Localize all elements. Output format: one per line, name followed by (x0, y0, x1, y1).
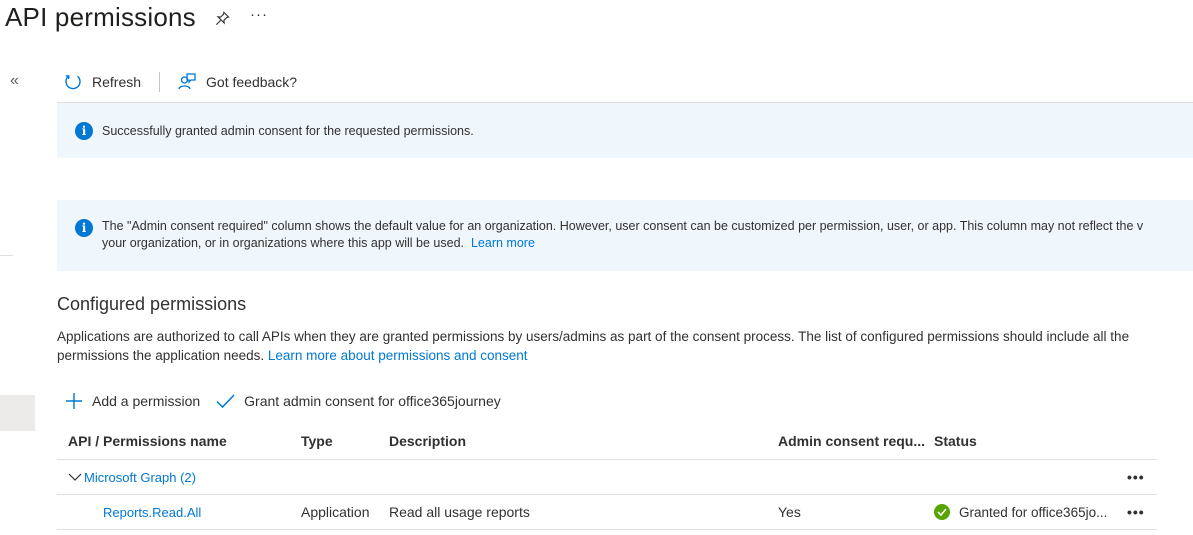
info-message-line2: your organization, or in organizations w… (102, 235, 1143, 252)
feedback-label: Got feedback? (206, 74, 298, 90)
refresh-button[interactable]: Refresh (63, 72, 141, 92)
info-message-line2-text: your organization, or in organizations w… (102, 236, 465, 250)
microsoft-graph-link[interactable]: Microsoft Graph (2) (84, 470, 196, 485)
table-row: Reports.Read.All Application Read all us… (57, 495, 1157, 530)
group-row-microsoft-graph: Microsoft Graph (2) ••• (57, 460, 1157, 495)
permissions-table: API / Permissions name Type Description … (57, 423, 1157, 530)
admin-consent-required: Yes (778, 504, 801, 520)
page-title: API permissions (5, 2, 196, 32)
more-options-icon[interactable]: ··· (250, 6, 268, 23)
permissions-consent-link[interactable]: Learn more about permissions and consent (268, 348, 528, 363)
status-text: Granted for office365jo... (959, 504, 1108, 520)
info-icon: i (75, 121, 93, 140)
configured-permissions-description: Applications are authorized to call APIs… (57, 327, 1157, 365)
info-message: The "Admin consent required" column show… (102, 218, 1143, 252)
column-header-description[interactable]: Description (389, 423, 466, 459)
collapse-menu-icon[interactable]: « (10, 72, 19, 90)
chevron-down-icon (68, 473, 82, 481)
nav-divider (0, 255, 13, 256)
plus-icon (66, 393, 82, 409)
column-header-name[interactable]: API / Permissions name (68, 423, 227, 459)
permission-description: Read all usage reports (389, 504, 530, 520)
success-message: Successfully granted admin consent for t… (102, 123, 474, 138)
toolbar: Refresh Got feedback? (63, 70, 297, 94)
pin-icon[interactable] (213, 9, 231, 27)
checkmark-icon (216, 394, 235, 409)
learn-more-link[interactable]: Learn more (471, 236, 535, 250)
permission-status: Granted for office365jo... (934, 495, 1124, 529)
row-more-actions-button[interactable]: ••• (1127, 495, 1145, 529)
column-header-admin-consent[interactable]: Admin consent requ... (778, 423, 928, 459)
success-banner: i Successfully granted admin consent for… (57, 103, 1193, 158)
feedback-button[interactable]: Got feedback? (177, 72, 297, 92)
info-banner: i The "Admin consent required" column sh… (57, 200, 1193, 271)
add-permission-button[interactable]: Add a permission (65, 392, 200, 410)
column-header-type[interactable]: Type (301, 423, 333, 459)
permission-name-cell: Reports.Read.All (103, 495, 201, 529)
configured-permissions-title: Configured permissions (57, 294, 247, 314)
grant-admin-consent-label: Grant admin consent for office365journey (244, 393, 501, 409)
info-icon: i (75, 219, 93, 237)
nav-selected-item[interactable] (0, 395, 35, 431)
feedback-icon (178, 73, 196, 90)
grant-admin-consent-button[interactable]: Grant admin consent for office365journey (216, 393, 501, 409)
table-header-row: API / Permissions name Type Description … (57, 423, 1157, 460)
description-text: Applications are authorized to call APIs… (57, 329, 1130, 363)
group-toggle-microsoft-graph[interactable]: Microsoft Graph (2) (68, 470, 196, 485)
group-more-actions-button[interactable]: ••• (1127, 460, 1145, 494)
column-header-status[interactable]: Status (934, 423, 1124, 459)
granted-check-icon (934, 504, 950, 520)
permissions-command-bar: Add a permission Grant admin consent for… (65, 391, 501, 411)
add-permission-label: Add a permission (92, 393, 201, 409)
refresh-label: Refresh (92, 74, 142, 90)
refresh-icon (65, 75, 81, 90)
permission-type: Application (301, 504, 370, 520)
toolbar-separator (159, 72, 161, 92)
permission-name-link[interactable]: Reports.Read.All (103, 505, 201, 520)
info-message-line1: The "Admin consent required" column show… (102, 219, 1144, 233)
group-cell: Microsoft Graph (2) (68, 460, 196, 494)
